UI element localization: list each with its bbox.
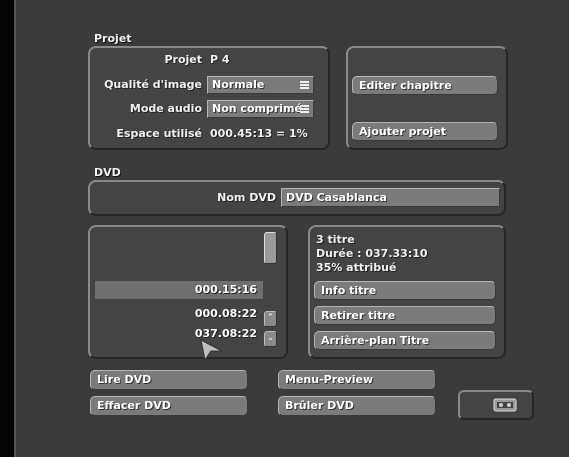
title-percent: 35% attribué — [316, 261, 397, 274]
title-count: 3 titre — [316, 233, 355, 246]
bruler-dvd-button[interactable]: Brûler DVD — [278, 396, 436, 416]
dvd-name-panel: Nom DVD DVD Casablanca — [88, 180, 506, 216]
title-duration: Durée : 037.33:10 — [316, 247, 428, 260]
scrollbar-thumb[interactable] — [264, 232, 277, 264]
title-list-item[interactable]: 000.08:22 — [95, 305, 263, 323]
qualite-select[interactable]: Normale — [207, 76, 314, 94]
tape-icon — [493, 398, 517, 412]
projet-actions-panel: Editer chapitre Ajouter projet — [346, 46, 508, 150]
pointer-cursor-icon — [200, 339, 223, 361]
qualite-label: Qualité d'image — [104, 78, 202, 91]
espace-value: 000.45:13 = 1% — [210, 127, 308, 140]
title-list-item[interactable]: 037.08:22 — [95, 325, 263, 343]
retirer-titre-button[interactable]: Retirer titre — [314, 306, 496, 325]
dropdown-menu-icon — [300, 105, 309, 113]
info-titre-button[interactable]: Info titre — [314, 281, 496, 300]
scroll-down-icon[interactable]: ⌄ — [264, 331, 277, 347]
editer-chapitre-button[interactable]: Editer chapitre — [352, 76, 498, 95]
mode-audio-label: Mode audio — [129, 102, 202, 115]
mode-audio-value: Non comprimé — [212, 102, 302, 115]
title-info-panel: 3 titre Durée : 037.33:10 35% attribué I… — [308, 225, 506, 359]
dropdown-menu-icon — [300, 81, 309, 89]
dvd-section-title: DVD — [94, 166, 121, 179]
espace-label: Espace utilisé — [116, 127, 202, 140]
arriere-plan-titre-button[interactable]: Arrière-plan Titre — [314, 331, 496, 350]
app-screen: Projet Projet P 4 Qualité d'image Normal… — [14, 0, 569, 457]
nom-dvd-label: Nom DVD — [217, 191, 276, 204]
qualite-value: Normale — [212, 78, 265, 91]
tape-icon-button[interactable] — [458, 390, 534, 420]
title-list-item-selected[interactable]: 000.15:16 — [95, 281, 263, 299]
lire-dvd-button[interactable]: Lire DVD — [90, 370, 248, 390]
projet-label: Projet — [164, 53, 202, 66]
mode-audio-select[interactable]: Non comprimé — [207, 100, 314, 118]
menu-preview-button[interactable]: Menu-Preview — [278, 370, 436, 390]
scroll-up-icon[interactable]: ⌃ — [264, 311, 277, 327]
projet-value: P 4 — [210, 53, 230, 66]
ajouter-projet-button[interactable]: Ajouter projet — [352, 122, 498, 141]
title-list-panel: 000.15:16 000.08:22 037.08:22 ⌃ ⌄ — [88, 225, 288, 361]
effacer-dvd-button[interactable]: Effacer DVD — [90, 396, 248, 416]
projet-panel: Projet P 4 Qualité d'image Normale Mode … — [88, 46, 330, 150]
projet-section-title: Projet — [94, 32, 132, 45]
nom-dvd-field[interactable]: DVD Casablanca — [281, 188, 500, 207]
